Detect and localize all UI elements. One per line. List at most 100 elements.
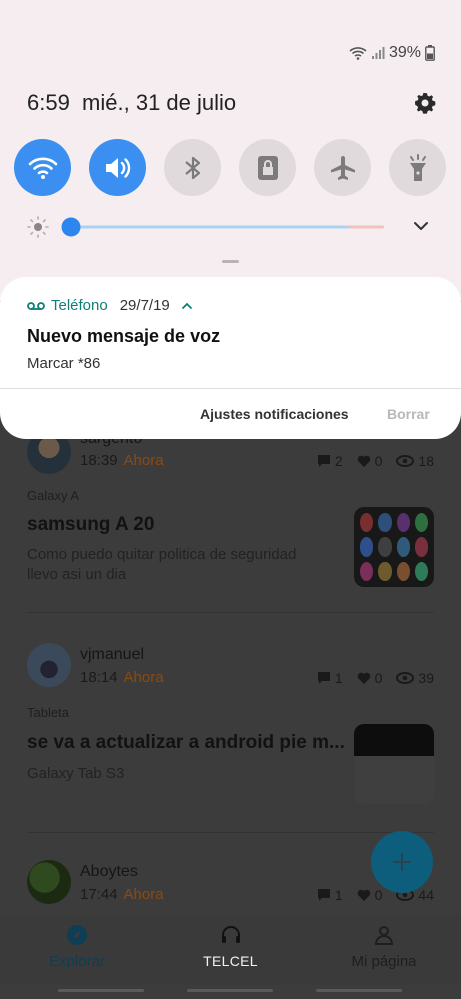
views-count: 44: [418, 887, 434, 903]
flashlight-toggle[interactable]: [389, 139, 446, 196]
heart-icon: [357, 889, 370, 901]
views-count: 18: [418, 453, 434, 469]
post-username[interactable]: vjmanuel: [80, 646, 144, 664]
post-ago: Ahora: [123, 886, 164, 903]
eye-icon: [396, 672, 415, 684]
heart-icon: [357, 455, 370, 467]
sun-icon: [27, 216, 49, 238]
volume-icon: [105, 157, 130, 178]
gesture-bar-right: [316, 989, 402, 992]
cell-signal-icon: [371, 47, 385, 59]
brightness-track[interactable]: [71, 225, 384, 229]
views-count: 39: [418, 670, 434, 686]
likes-stat: 0: [357, 453, 383, 469]
avatar[interactable]: [27, 643, 71, 687]
comment-icon: [317, 672, 330, 684]
battery-icon: [425, 45, 435, 61]
heart-icon: [357, 672, 370, 684]
bluetooth-icon: [184, 156, 200, 179]
airplane-toggle[interactable]: [314, 139, 371, 196]
comments-stat: 1: [317, 670, 343, 686]
nav-soporte[interactable]: [161, 923, 301, 953]
post-time: 18:39 Ahora: [80, 452, 164, 469]
brightness-slider[interactable]: [27, 212, 437, 242]
eye-icon: [396, 455, 415, 467]
brightness-thumb[interactable]: [61, 217, 81, 237]
post-category[interactable]: Tableta: [27, 705, 69, 720]
bluetooth-toggle[interactable]: [164, 139, 221, 196]
gear-icon[interactable]: [413, 91, 437, 115]
wifi-toggle[interactable]: [14, 139, 71, 196]
notification-app-name: Teléfono: [51, 297, 108, 314]
likes-stat: 0: [357, 887, 383, 903]
chevron-up-icon[interactable]: [180, 301, 194, 311]
post-time-value: 17:44: [80, 886, 118, 903]
list-item[interactable]: sargento 18:39Ahora 2 0 18 Galaxy A sams…: [0, 430, 461, 610]
list-item[interactable]: vjmanuel 18:14 Ahora 1 0 39 Tableta se va…: [0, 643, 461, 813]
views-stat: 18: [396, 453, 434, 469]
post-ago: Ahora: [123, 669, 164, 686]
views-stat: 39: [396, 670, 434, 686]
gesture-bar-left: [58, 989, 144, 992]
comment-icon: [317, 889, 330, 901]
plus-icon: [393, 853, 411, 871]
post-body: Como puedo quitar politica de seguridad …: [27, 546, 297, 583]
notification-date: 29/7/19: [119, 297, 170, 314]
comments-stat: 1: [317, 887, 343, 903]
airplane-icon: [330, 155, 355, 180]
post-thumbnail[interactable]: [354, 507, 434, 587]
clear-button[interactable]: Borrar: [387, 406, 430, 422]
post-ago: Ahora: [123, 452, 164, 469]
carrier-label: TELCEL: [203, 953, 258, 969]
notification-title: Nuevo mensaje de voz: [27, 326, 221, 346]
post-time: 17:44 Ahora: [80, 886, 164, 903]
comments-count: 1: [334, 670, 343, 686]
comments-stat: 2: [317, 453, 343, 469]
date-time[interactable]: 6:59 mié., 31 de julio: [27, 90, 236, 116]
status-bar: 39%: [349, 44, 435, 62]
divider: [27, 612, 434, 613]
post-time-value: 18:14: [80, 669, 118, 686]
comment-icon: [317, 455, 330, 467]
notification-settings-button[interactable]: Ajustes notificaciones: [200, 406, 349, 422]
lock-icon: [257, 155, 278, 180]
post-stats: 2 0 18: [317, 453, 434, 469]
notification-header: Teléfono 29/7/19: [27, 297, 194, 314]
likes-count: 0: [374, 453, 383, 469]
post-time: 18:14 Ahora: [80, 669, 164, 686]
post-title[interactable]: samsung A 20: [27, 514, 154, 536]
compass-icon: [67, 925, 87, 945]
likes-stat: 0: [357, 670, 383, 686]
notification-text: Marcar *86: [27, 355, 101, 372]
flashlight-icon: [409, 153, 426, 181]
wifi-signal-icon: [349, 47, 367, 60]
sound-toggle[interactable]: [89, 139, 146, 196]
wifi-icon: [28, 157, 57, 179]
gesture-bar-center[interactable]: [187, 989, 273, 992]
person-icon: [374, 926, 394, 945]
headset-icon: [222, 926, 240, 943]
post-username[interactable]: Aboytes: [80, 863, 138, 881]
post-stats: 1 0 39: [317, 670, 434, 686]
likes-count: 0: [374, 887, 383, 903]
comments-count: 1: [334, 887, 343, 903]
post-time-value: 18:39: [80, 452, 118, 469]
voicemail-icon: [27, 301, 45, 310]
post-thumbnail[interactable]: [354, 724, 434, 804]
comments-count: 2: [334, 453, 343, 469]
notification-shade: 39% 6:59 mié., 31 de julio: [0, 0, 461, 300]
post-category[interactable]: Galaxy A: [27, 488, 79, 503]
divider: [0, 388, 461, 389]
drag-handle[interactable]: [222, 260, 239, 263]
post-title[interactable]: se va a actualizar a android pie m...: [27, 732, 345, 754]
avatar[interactable]: [27, 860, 71, 904]
chevron-down-icon[interactable]: [414, 222, 428, 230]
battery-percent: 39%: [388, 44, 421, 61]
voicemail-notification[interactable]: Teléfono 29/7/19 Nuevo mensaje de voz Ma…: [0, 277, 461, 439]
post-body: Galaxy Tab S3: [27, 765, 125, 782]
divider: [27, 832, 434, 833]
screen-lock-toggle[interactable]: [239, 139, 296, 196]
new-post-button[interactable]: [371, 831, 433, 893]
bottom-navigation: Explorar Mi página: [0, 915, 461, 985]
likes-count: 0: [374, 670, 383, 686]
